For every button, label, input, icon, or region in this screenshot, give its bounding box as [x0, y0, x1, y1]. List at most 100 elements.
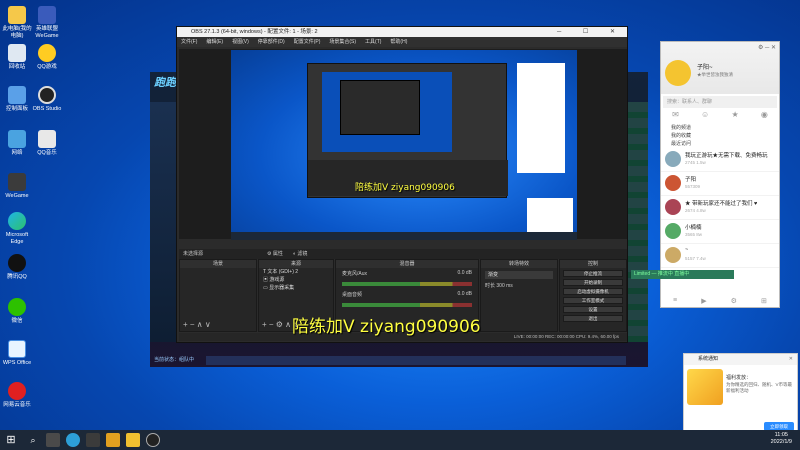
qq-window[interactable]: 子阳~ ★举世皆浊我独清 ⚙ ─ ✕ 搜索：联系人、群聊 ✉ ☺ ★ ◉ 我的频道 我…: [660, 41, 780, 308]
game-right-panel: [626, 102, 648, 342]
desktop-icon-qq[interactable]: 腾讯QQ: [0, 254, 34, 281]
stream-status-tag: Limited — 推流中 直播中: [631, 270, 734, 279]
folder-icon: [8, 6, 26, 24]
search-icon[interactable]: ⌕: [26, 433, 40, 447]
desktop-icon-edge[interactable]: Microsoft Edge: [0, 212, 34, 246]
studio-mode-button[interactable]: 工作室模式: [563, 297, 623, 304]
edge-icon: [8, 212, 26, 230]
task-view-icon[interactable]: [46, 433, 60, 447]
system-notification[interactable]: 系统通知 ✕ 福利发放： 为你精选的回归、随机、V币等最新福利活动 立即领取: [683, 353, 798, 435]
qq-section[interactable]: 我的收藏: [661, 132, 779, 140]
qq-music-icon: [38, 130, 56, 148]
settings-icon[interactable]: ⚙: [731, 297, 737, 305]
list-item[interactable]: 子阳 557309: [661, 172, 779, 196]
source-item[interactable]: ▣ 游戏源: [259, 276, 333, 284]
qq-bottom-toolbar: ≡ ▶ ⚙ ⊞: [661, 297, 779, 305]
wegame-icon: [8, 173, 26, 191]
filters-button[interactable]: ◐ 滤镜: [293, 250, 307, 257]
nested-qq-capture: [517, 63, 565, 173]
desktop-icon-obs[interactable]: OBS Studio: [30, 86, 64, 113]
qq-taskbar-icon[interactable]: [126, 433, 140, 447]
desktop-icon-wps[interactable]: WPS Office: [0, 340, 34, 367]
desktop-icon-this-pc[interactable]: 此电脑(我的电脑): [0, 6, 34, 40]
list-item[interactable]: ★ 带新玩家还不能过了我们 ♥ 2674 4.8w: [661, 196, 779, 220]
wegame-taskbar-icon[interactable]: [86, 433, 100, 447]
desktop-icon-wegame[interactable]: WeGame: [0, 173, 34, 200]
system-clock[interactable]: 11:05 2022/1/9: [771, 432, 792, 446]
avatar: [665, 247, 681, 263]
desktop-volume-meter[interactable]: [342, 303, 472, 307]
menu-view[interactable]: 视图(V): [232, 37, 249, 47]
qq-section[interactable]: 最近访问: [661, 140, 779, 148]
start-icon[interactable]: ⊞: [4, 433, 18, 447]
obs-taskbar-icon[interactable]: [146, 433, 160, 447]
avatar: [665, 223, 681, 239]
stop-stream-button[interactable]: 停止推流: [563, 270, 623, 277]
menu-help[interactable]: 帮助(H): [390, 37, 407, 47]
qq-tab-bar: ✉ ☺ ★ ◉: [661, 110, 779, 124]
obs-preview[interactable]: 陪练加V ziyang090906: [179, 49, 627, 240]
start-recording-button[interactable]: 开始录制: [563, 279, 623, 286]
control-panel-icon: [8, 86, 26, 104]
menu-file[interactable]: 文件(F): [181, 37, 197, 47]
settings-button[interactable]: 设置: [563, 306, 623, 313]
qq-header: 子阳~ ★举世皆浊我独清 ⚙ ─ ✕: [661, 42, 779, 94]
obs-window[interactable]: OBS 27.1.3 (64-bit, windows) - 配置文件: 1 -…: [176, 26, 628, 343]
space-icon[interactable]: ★: [731, 110, 738, 124]
video-icon[interactable]: ▶: [701, 297, 706, 305]
qq-section[interactable]: 我的频道: [661, 124, 779, 132]
sources-header: 来源: [259, 260, 333, 268]
menu-profile[interactable]: 配置文件(P): [294, 37, 321, 47]
qq-game-icon: [38, 44, 56, 62]
menu-icon[interactable]: ≡: [673, 297, 677, 305]
list-item[interactable]: 我玩正游玩★无需下载、免费畅玩 2745 1.5w: [661, 148, 779, 172]
window-controls[interactable]: ─ ☐ ✕: [557, 27, 625, 37]
contacts-icon[interactable]: ☺: [701, 110, 709, 124]
qq-signature[interactable]: ★举世皆浊我独清: [697, 72, 733, 78]
desktop-icon-recycle-bin[interactable]: 回收站: [0, 44, 34, 71]
gift-icon: [687, 369, 723, 405]
edge-taskbar-icon[interactable]: [66, 433, 80, 447]
desktop: { "desktop": { "icons": [ {"label": "此电脑…: [0, 0, 800, 450]
group-icon[interactable]: ◉: [761, 110, 768, 124]
no-source-label: 未选择源: [183, 251, 204, 257]
properties-button[interactable]: ⚙ 属性: [267, 250, 283, 257]
avatar[interactable]: [665, 60, 691, 86]
desktop-icon-qq-music[interactable]: QQ音乐: [30, 130, 64, 157]
desktop-icon-wechat[interactable]: 微信: [0, 298, 34, 325]
menu-docks[interactable]: 停靠部件(D): [258, 37, 285, 47]
menu-tools[interactable]: 工具(T): [365, 37, 381, 47]
desktop-icon-network[interactable]: 网络: [0, 130, 34, 157]
nested-obs-capture: [307, 63, 508, 198]
desktop-icon-qq-game[interactable]: QQ游戏: [30, 44, 64, 71]
desktop-icon-control-panel[interactable]: 控制面板: [0, 86, 34, 113]
menu-scene-collection[interactable]: 场景集合(S): [329, 37, 356, 47]
transition-duration[interactable]: 时长 300 ms: [485, 282, 553, 289]
source-item[interactable]: T 文本 (GDI+) 2: [259, 268, 333, 276]
list-item[interactable]: 小楠楠 3565 8w: [661, 220, 779, 244]
controls-panel: 控制 停止推流 开始录制 启动虚拟摄像机 工作室模式 设置 退出: [559, 259, 627, 332]
game-taskbar-icon[interactable]: [106, 433, 120, 447]
avatar: [665, 175, 681, 191]
desktop-icon-netease-music[interactable]: 网易云音乐: [0, 382, 34, 409]
source-item[interactable]: ▭ 显示器采集: [259, 284, 333, 292]
transition-select[interactable]: 渐变: [485, 271, 553, 279]
menu-edit[interactable]: 编辑(E): [206, 37, 223, 47]
qq-window-controls[interactable]: ⚙ ─ ✕: [758, 44, 776, 51]
wechat-icon: [8, 298, 26, 316]
close-icon[interactable]: ✕: [789, 354, 793, 365]
message-icon[interactable]: ✉: [672, 110, 679, 124]
exit-button[interactable]: 退出: [563, 315, 623, 322]
virtual-camera-button[interactable]: 启动虚拟摄像机: [563, 288, 623, 295]
list-item[interactable]: ~5157 7.4w: [661, 244, 779, 268]
scene-controls[interactable]: + − ∧ ∨: [183, 320, 211, 329]
qq-search-input[interactable]: 搜索：联系人、群聊: [663, 96, 777, 108]
app-icon[interactable]: ⊞: [761, 297, 767, 305]
watermark-text: 陪练加V ziyang090906: [292, 317, 481, 337]
obs-menubar: 文件(F) 编辑(E) 视图(V) 停靠部件(D) 配置文件(P) 场景集合(S…: [177, 37, 627, 47]
desktop-icon-wegame-lol[interactable]: 英雄联盟 WeGame: [30, 6, 64, 40]
window-title: OBS 27.1.3 (64-bit, windows) - 配置文件: 1 -…: [191, 29, 318, 35]
mixer-header: 混音器: [336, 260, 478, 268]
mic-volume-meter[interactable]: [342, 282, 472, 286]
gamepad-icon: ▣: [263, 277, 269, 283]
